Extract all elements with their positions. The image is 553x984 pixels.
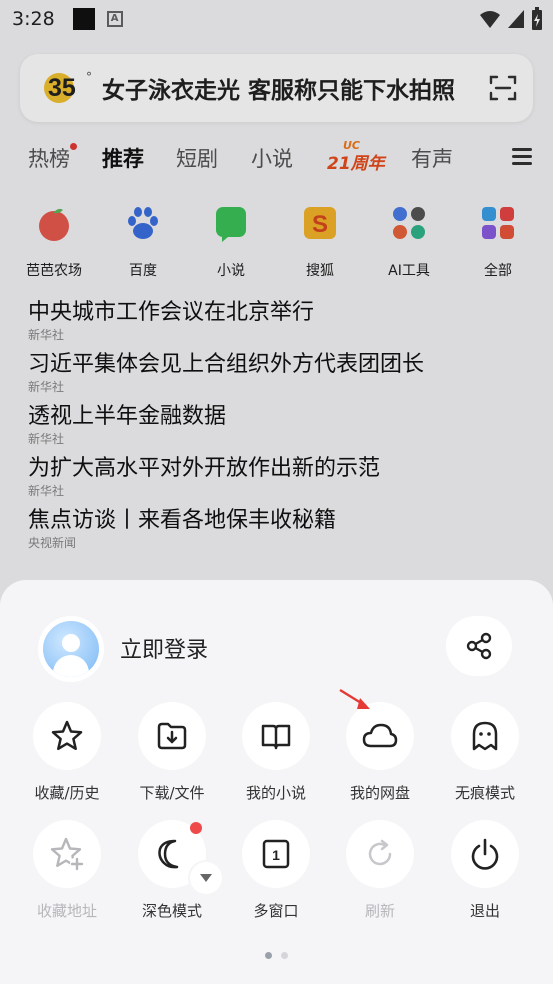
action-label: 收藏地址 <box>36 902 97 920</box>
page-dot-active[interactable] <box>265 952 272 959</box>
new-badge-dot <box>190 822 202 834</box>
multi-window-button[interactable]: 1 多窗口 <box>224 820 328 921</box>
action-label: 多窗口 <box>253 902 299 920</box>
download-folder-icon <box>157 722 187 750</box>
refresh-icon <box>368 839 392 866</box>
book-icon <box>261 724 291 750</box>
action-label: 退出 <box>469 902 500 920</box>
exit-button[interactable]: 退出 <box>433 820 537 921</box>
star-plus-icon <box>50 837 84 871</box>
page-indicator <box>0 952 553 959</box>
triangle-down-icon <box>200 874 212 882</box>
favorites-history-button[interactable]: 收藏/历史 <box>15 702 119 803</box>
window-icon: 1 <box>262 839 290 869</box>
ghost-icon <box>472 721 498 751</box>
action-label: 深色模式 <box>141 902 202 920</box>
cloud-icon <box>362 723 398 748</box>
action-label: 刷新 <box>364 902 395 920</box>
moon-icon <box>158 839 179 869</box>
star-icon <box>51 720 83 751</box>
dark-mode-button[interactable]: 深色模式 <box>120 820 224 921</box>
dark-mode-options-toggle[interactable] <box>190 862 222 894</box>
svg-text:1: 1 <box>272 847 280 863</box>
avatar[interactable] <box>38 616 104 682</box>
login-button[interactable]: 立即登录 <box>120 632 208 664</box>
action-label: 下载/文件 <box>139 784 205 802</box>
action-label: 我的小说 <box>245 784 306 802</box>
power-icon <box>471 838 499 870</box>
incognito-mode-button[interactable]: 无痕模式 <box>433 702 537 803</box>
share-icon <box>466 632 492 660</box>
action-label: 收藏/历史 <box>34 784 100 802</box>
bookmark-address-button[interactable]: 收藏地址 <box>15 820 119 921</box>
my-cloud-drive-button[interactable]: 我的网盘 <box>328 688 432 803</box>
menu-sheet: 立即登录 收藏/历史 下载/文件 我的小说 我的网盘 无痕模式 收藏地址 深色模… <box>0 580 553 984</box>
user-avatar-icon <box>43 621 99 677</box>
refresh-button[interactable]: 刷新 <box>328 820 432 921</box>
share-button[interactable] <box>446 616 512 676</box>
action-label: 无痕模式 <box>454 784 515 802</box>
my-novels-button[interactable]: 我的小说 <box>224 702 328 803</box>
downloads-files-button[interactable]: 下载/文件 <box>120 702 224 803</box>
page-dot[interactable] <box>281 952 288 959</box>
red-arrow-icon <box>339 688 370 709</box>
action-label: 我的网盘 <box>349 784 410 802</box>
